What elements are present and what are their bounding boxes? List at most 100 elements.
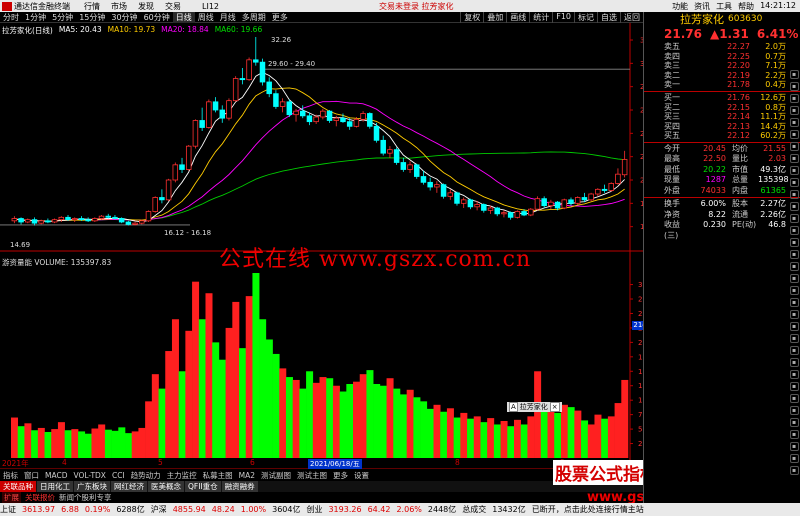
side-tool-icon[interactable]: ▪	[789, 82, 799, 91]
sector-tab[interactable]: 融资融券	[221, 481, 258, 492]
menu-market[interactable]: 市场	[111, 1, 138, 12]
side-tool-icon[interactable]: ▪	[789, 346, 799, 355]
period-tab[interactable]: 1分钟	[22, 12, 49, 23]
period-tab[interactable]: 30分钟	[108, 12, 140, 23]
order-row[interactable]: 买二 22.15 0.8万	[644, 103, 800, 113]
status-label[interactable]: 创业	[306, 504, 322, 515]
side-tool-icon[interactable]: ▪	[789, 334, 799, 343]
side-tool-icon[interactable]: ▪	[789, 238, 799, 247]
side-tool-icon[interactable]: ▪	[789, 202, 799, 211]
order-row[interactable]: 买三 22.14 11.1万	[644, 112, 800, 122]
order-row[interactable]: 买一 21.76 12.6万	[644, 93, 800, 103]
side-tool-icon[interactable]: ▪	[789, 394, 799, 403]
menu-help[interactable]: 帮助	[738, 1, 754, 12]
order-row[interactable]: 卖一 21.78 0.4万	[644, 80, 800, 90]
side-tool-icon[interactable]: ▪	[789, 370, 799, 379]
side-tool-icon[interactable]: ▪	[789, 358, 799, 367]
menu-info[interactable]: 资讯	[694, 1, 710, 12]
side-tool-icon[interactable]: ▪	[789, 190, 799, 199]
tool-mark[interactable]: 标记	[574, 11, 597, 23]
side-tool-icon[interactable]: ▪	[789, 130, 799, 139]
side-tool-icon[interactable]: ▪	[789, 106, 799, 115]
period-tab[interactable]: 周线	[195, 12, 217, 23]
order-row[interactable]: 卖四 22.25 0.7万	[644, 52, 800, 62]
stock-popup[interactable]: A 拉芳家化 ×	[507, 402, 562, 412]
sector-tab[interactable]: QFII重仓	[185, 481, 221, 492]
tool-overlay[interactable]: 叠加	[483, 11, 506, 23]
order-row[interactable]: 买四 22.13 14.4万	[644, 122, 800, 132]
order-row[interactable]: 卖五 22.27 2.0万	[644, 42, 800, 52]
side-tool-icon[interactable]: ▪	[789, 166, 799, 175]
news-tag[interactable]: 扩展	[2, 492, 21, 503]
news-item[interactable]: 新闻个股利专享	[59, 492, 112, 503]
tool-watchlist[interactable]: 自选	[597, 11, 620, 23]
side-tool-icon[interactable]: ▪	[789, 250, 799, 259]
indicator-tab[interactable]: 私募主图	[200, 470, 236, 481]
side-tool-icon[interactable]: ▪	[789, 298, 799, 307]
status-label[interactable]: 沪深	[151, 504, 167, 515]
period-tab[interactable]: 分时	[0, 12, 22, 23]
indicator-tab[interactable]: 主力监控	[164, 470, 200, 481]
menu-function[interactable]: 功能	[672, 1, 688, 12]
indicator-tab[interactable]: VOL-TDX	[70, 471, 108, 480]
period-tab[interactable]: 15分钟	[76, 12, 108, 23]
period-tab[interactable]: 5分钟	[49, 12, 76, 23]
indicator-tab[interactable]: 测试主图	[294, 470, 330, 481]
side-tool-icon[interactable]: ▪	[789, 406, 799, 415]
side-tool-icon[interactable]: ▪	[789, 466, 799, 475]
indicator-tab[interactable]: MA2	[236, 471, 258, 480]
side-tool-icon[interactable]: ▪	[789, 118, 799, 127]
order-row[interactable]: 买五 22.12 60.2万	[644, 131, 800, 141]
sector-tab[interactable]: 广东板块	[74, 481, 110, 492]
period-tab-daily[interactable]: 日线	[172, 11, 195, 23]
period-tab[interactable]: 月线	[217, 12, 239, 23]
side-tool-icon[interactable]: ▪	[789, 94, 799, 103]
indicator-tab[interactable]: 测试副图	[258, 470, 294, 481]
indicator-tab[interactable]: 窗口	[21, 470, 42, 481]
indicator-tab[interactable]: 更多	[330, 470, 351, 481]
indicator-tab[interactable]: 设置	[351, 470, 372, 481]
side-tool-icon[interactable]: ▪	[789, 274, 799, 283]
side-tool-icon[interactable]: ▪	[789, 454, 799, 463]
side-tool-icon[interactable]: ▪	[789, 382, 799, 391]
sector-tab[interactable]: 医美概念	[148, 481, 184, 492]
news-item[interactable]: 关联报价	[25, 492, 55, 503]
side-tool-icon[interactable]: ▪	[789, 322, 799, 331]
period-tab[interactable]: 多周期	[239, 12, 269, 23]
menu-tools[interactable]: 工具	[716, 1, 732, 12]
side-tool-icon[interactable]: ▪	[789, 418, 799, 427]
side-tool-icon[interactable]: ▪	[789, 286, 799, 295]
popup-close-icon[interactable]: ×	[549, 402, 560, 412]
status-label[interactable]: 上证	[0, 504, 16, 515]
period-tab-more[interactable]: 更多	[269, 12, 291, 23]
tool-f10[interactable]: F10	[552, 11, 574, 23]
order-row[interactable]: 卖二 22.19 2.2万	[644, 71, 800, 81]
sector-tab[interactable]: 日用化工	[37, 481, 73, 492]
tool-back[interactable]: 返回	[620, 11, 643, 23]
side-tool-icon[interactable]: ▪	[789, 442, 799, 451]
period-tab[interactable]: 60分钟	[141, 12, 173, 23]
side-tool-icon[interactable]: ▪	[789, 178, 799, 187]
side-tool-icon[interactable]: ▪	[789, 430, 799, 439]
side-tool-icon[interactable]: ▪	[789, 154, 799, 163]
tool-draw[interactable]: 画线	[506, 11, 529, 23]
side-tool-icon[interactable]: ▪	[789, 310, 799, 319]
indicator-tab[interactable]: 指标	[0, 470, 21, 481]
order-row[interactable]: 卖三 22.20 7.1万	[644, 61, 800, 71]
sector-tab[interactable]: 网红经济	[111, 481, 147, 492]
indicator-tab[interactable]: 趋势动力	[128, 470, 164, 481]
tool-restore-rights[interactable]: 复权	[460, 11, 483, 23]
trade-login-link[interactable]: 交易未登录 拉芳家化	[379, 1, 469, 12]
connection-status[interactable]: 已断开，点击此处连接行情主站	[532, 504, 644, 515]
side-tool-icon[interactable]: ▪	[789, 226, 799, 235]
side-tool-icon[interactable]: ▪	[789, 70, 799, 79]
side-tool-icon[interactable]: ▪	[789, 262, 799, 271]
tool-stats[interactable]: 统计	[529, 11, 552, 23]
side-tool-icon[interactable]: ▪	[789, 142, 799, 151]
sector-tab[interactable]: 关联品种	[0, 481, 36, 492]
menu-trade[interactable]: 交易	[165, 1, 192, 12]
indicator-tab[interactable]: CCI	[109, 471, 128, 480]
menu-quotes[interactable]: 行情	[84, 1, 111, 12]
menu-discover[interactable]: 发现	[138, 1, 165, 12]
side-tool-icon[interactable]: ▪	[789, 214, 799, 223]
